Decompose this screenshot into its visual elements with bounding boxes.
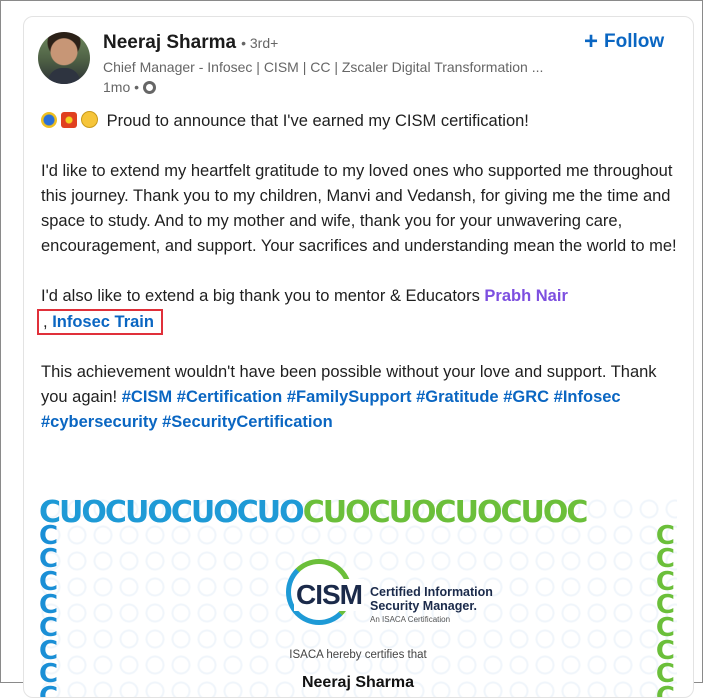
border-glyph: O — [542, 497, 568, 530]
hashtag-gratitude[interactable]: #Gratitude — [416, 388, 499, 406]
cert-title-line1: Certified Information — [370, 585, 493, 599]
border-glyph: C — [170, 497, 193, 530]
border-glyph: U — [124, 497, 149, 530]
border-glyph: U — [190, 497, 215, 530]
mention-prabh-nair[interactable]: Prabh Nair — [484, 287, 567, 305]
border-glyph: O — [476, 497, 502, 530]
border-glyph: U — [256, 497, 281, 530]
emoji-rocket — [41, 112, 57, 128]
author-headline: Chief Manager - Infosec | CISM | CC | Zs… — [103, 59, 544, 75]
post-intro-paragraph: Proud to announce that I've earned my CI… — [41, 109, 681, 134]
hashtag-familysupport[interactable]: #FamilySupport — [287, 388, 412, 406]
plus-icon: + — [584, 28, 599, 55]
hashtag-certification[interactable]: #Certification — [177, 388, 282, 406]
mention-infosec-train[interactable]: Infosec Train — [52, 313, 154, 331]
author-name-row: Neeraj Sharma • 3rd+ — [103, 32, 278, 56]
mention-separator: , — [43, 313, 48, 331]
follow-button[interactable]: + Follow — [584, 28, 665, 55]
border-glyph: O — [147, 497, 172, 530]
border-glyph: C — [236, 497, 259, 530]
certificate-image[interactable]: CUOCUOCUOCUOCUOCUOCUOCUOC CCCCCCCC CCCCC… — [39, 497, 677, 697]
hashtag-cybersecurity[interactable]: #cybersecurity — [41, 413, 158, 431]
post-time: 1mo • — [103, 79, 140, 95]
certificate-border-right: CCCCCCCC — [651, 523, 675, 697]
post-body: Proud to announce that I've earned my CI… — [37, 109, 681, 460]
hashtag-securitycertification[interactable]: #SecurityCertification — [162, 413, 333, 431]
cert-recipient: Neeraj Sharma — [301, 674, 415, 691]
globe-icon — [143, 80, 157, 94]
hashtag-grc[interactable]: #GRC — [503, 388, 549, 406]
border-glyph: U — [388, 497, 413, 530]
cert-title-line2: Security Manager. — [370, 599, 477, 613]
post-intro: Proud to announce that I've earned my CI… — [106, 112, 529, 130]
border-glyph: C — [104, 497, 127, 530]
follow-label: Follow — [604, 31, 665, 52]
connection-degree: • 3rd+ — [241, 35, 279, 51]
cert-hereby: ISACA hereby certifies that — [289, 649, 427, 661]
highlight-box: , Infosec Train — [37, 309, 163, 335]
border-glyph: C — [500, 497, 522, 530]
author-avatar[interactable] — [38, 32, 90, 84]
border-glyph: O — [213, 497, 238, 530]
border-glyph: C — [566, 497, 588, 530]
post-card: Neeraj Sharma • 3rd+ Chief Manager - Inf… — [23, 16, 694, 698]
border-glyph: O — [81, 497, 106, 530]
post-mentors-paragraph: I'd also like to extend a big thank you … — [37, 284, 681, 335]
border-glyph: U — [454, 497, 479, 530]
border-glyph: O — [279, 497, 304, 530]
post-mentors-text: I'd also like to extend a big thank you … — [41, 287, 480, 305]
border-glyph: C — [434, 497, 457, 530]
hashtag-cism[interactable]: #CISM — [122, 388, 172, 406]
border-glyph: O — [411, 497, 436, 530]
cism-logo-text: CISM — [294, 579, 364, 611]
border-glyph: U — [322, 497, 347, 530]
post-closing-paragraph: This achievement wouldn't have been poss… — [41, 360, 681, 435]
hashtag-infosec[interactable]: #Infosec — [554, 388, 621, 406]
border-glyph: C — [368, 497, 391, 530]
post-gratitude: I'd like to extend my heartfelt gratitud… — [41, 162, 677, 255]
border-glyph: C — [302, 497, 325, 530]
border-glyph: U — [520, 497, 544, 530]
post-meta: 1mo • — [103, 79, 157, 95]
author-name[interactable]: Neeraj Sharma — [103, 32, 236, 54]
certificate-border-top: CUOCUOCUOCUOCUOCUOCUOCUOC — [39, 497, 588, 530]
cert-subtitle: An ISACA Certification — [370, 615, 451, 624]
border-glyph: O — [345, 497, 370, 530]
certificate-border-left: CCCCCCCC — [39, 523, 63, 697]
emoji-smile — [81, 111, 98, 128]
emoji-collision — [61, 112, 77, 128]
